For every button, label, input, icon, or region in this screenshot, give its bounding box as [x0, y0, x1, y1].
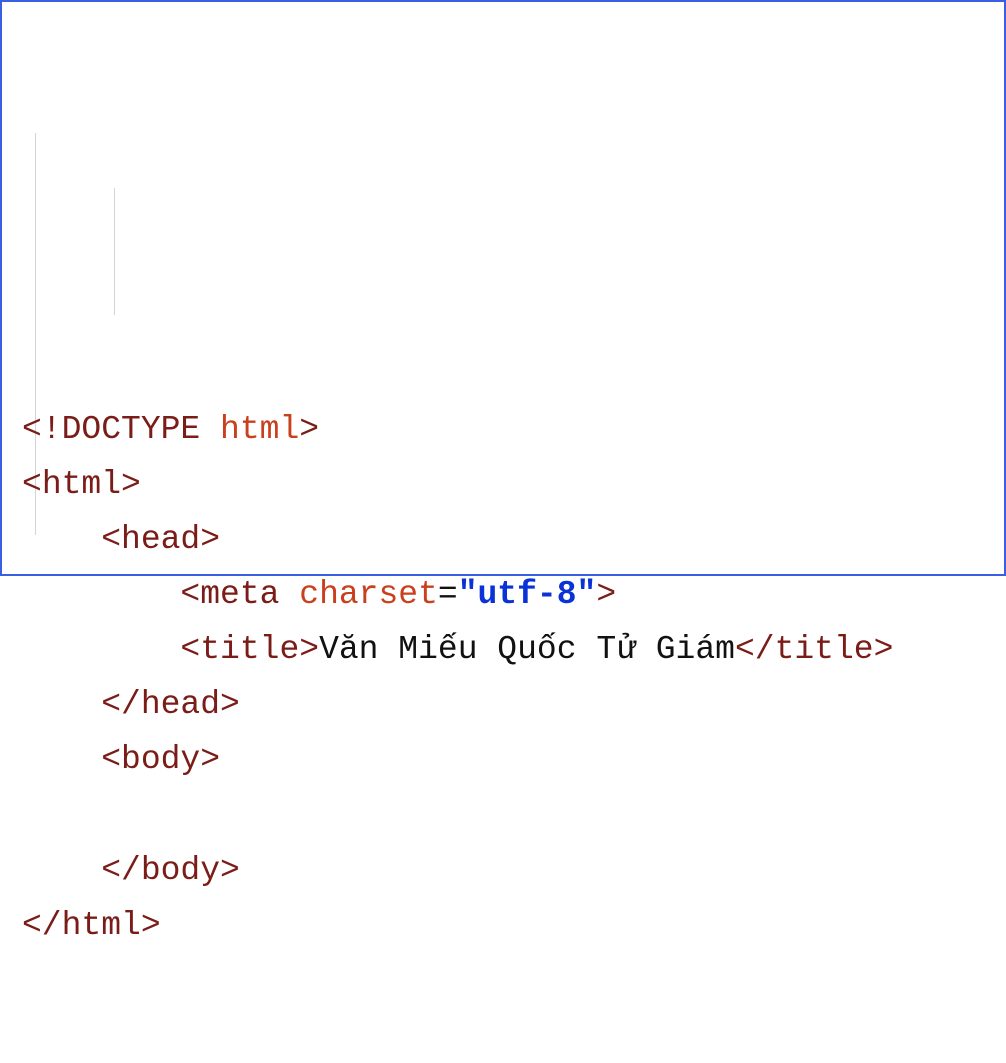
punct: < — [180, 631, 200, 668]
space — [200, 411, 220, 448]
punct: > — [220, 852, 240, 889]
blank — [101, 797, 121, 834]
punct: > — [200, 521, 220, 558]
code-block: <!DOCTYPE html><html><head><meta charset… — [22, 16, 984, 1063]
title-text: Văn Miếu Quốc Tử Giám — [319, 631, 735, 668]
code-line-8-blank — [22, 788, 984, 843]
punct: > — [220, 686, 240, 723]
tag-body-close: body — [141, 852, 220, 889]
code-line-4: <meta charset="utf-8"> — [22, 567, 984, 622]
punct: < — [180, 576, 200, 613]
punct: < — [101, 741, 121, 778]
tag-html-close: html — [62, 907, 141, 944]
punct: > — [141, 907, 161, 944]
punct: < — [22, 466, 42, 503]
code-editor-frame: <!DOCTYPE html><html><head><meta charset… — [0, 0, 1006, 576]
tag-head: head — [121, 521, 200, 558]
doctype-word: DOCTYPE — [62, 411, 201, 448]
punct: < — [101, 521, 121, 558]
punct: > — [874, 631, 894, 668]
punct: > — [200, 741, 220, 778]
punct: > — [121, 466, 141, 503]
equals: = — [438, 576, 458, 613]
code-line-2: <html> — [22, 457, 984, 512]
indent-guide-2 — [114, 188, 115, 315]
code-line-9: </body> — [22, 843, 984, 898]
punct: </ — [22, 907, 62, 944]
punct: </ — [735, 631, 775, 668]
code-line-3: <head> — [22, 512, 984, 567]
tag-title-close: title — [775, 631, 874, 668]
punct: > — [299, 411, 319, 448]
tag-title-open: title — [200, 631, 299, 668]
code-line-1: <!DOCTYPE html> — [22, 402, 984, 457]
tag-meta: meta — [200, 576, 279, 613]
code-line-6: </head> — [22, 677, 984, 732]
code-line-10: </html> — [22, 898, 984, 953]
punct: <! — [22, 411, 62, 448]
space — [279, 576, 299, 613]
code-line-5: <title>Văn Miếu Quốc Tử Giám</title> — [22, 622, 984, 677]
punct: </ — [101, 686, 141, 723]
code-line-7: <body> — [22, 732, 984, 787]
tag-html: html — [42, 466, 121, 503]
punct: > — [596, 576, 616, 613]
tag-body-open: body — [121, 741, 200, 778]
attr-value-utf8: "utf-8" — [458, 576, 597, 613]
tag-head-close: head — [141, 686, 220, 723]
punct: </ — [101, 852, 141, 889]
doctype-html: html — [220, 411, 299, 448]
attr-charset: charset — [299, 576, 438, 613]
punct: > — [299, 631, 319, 668]
